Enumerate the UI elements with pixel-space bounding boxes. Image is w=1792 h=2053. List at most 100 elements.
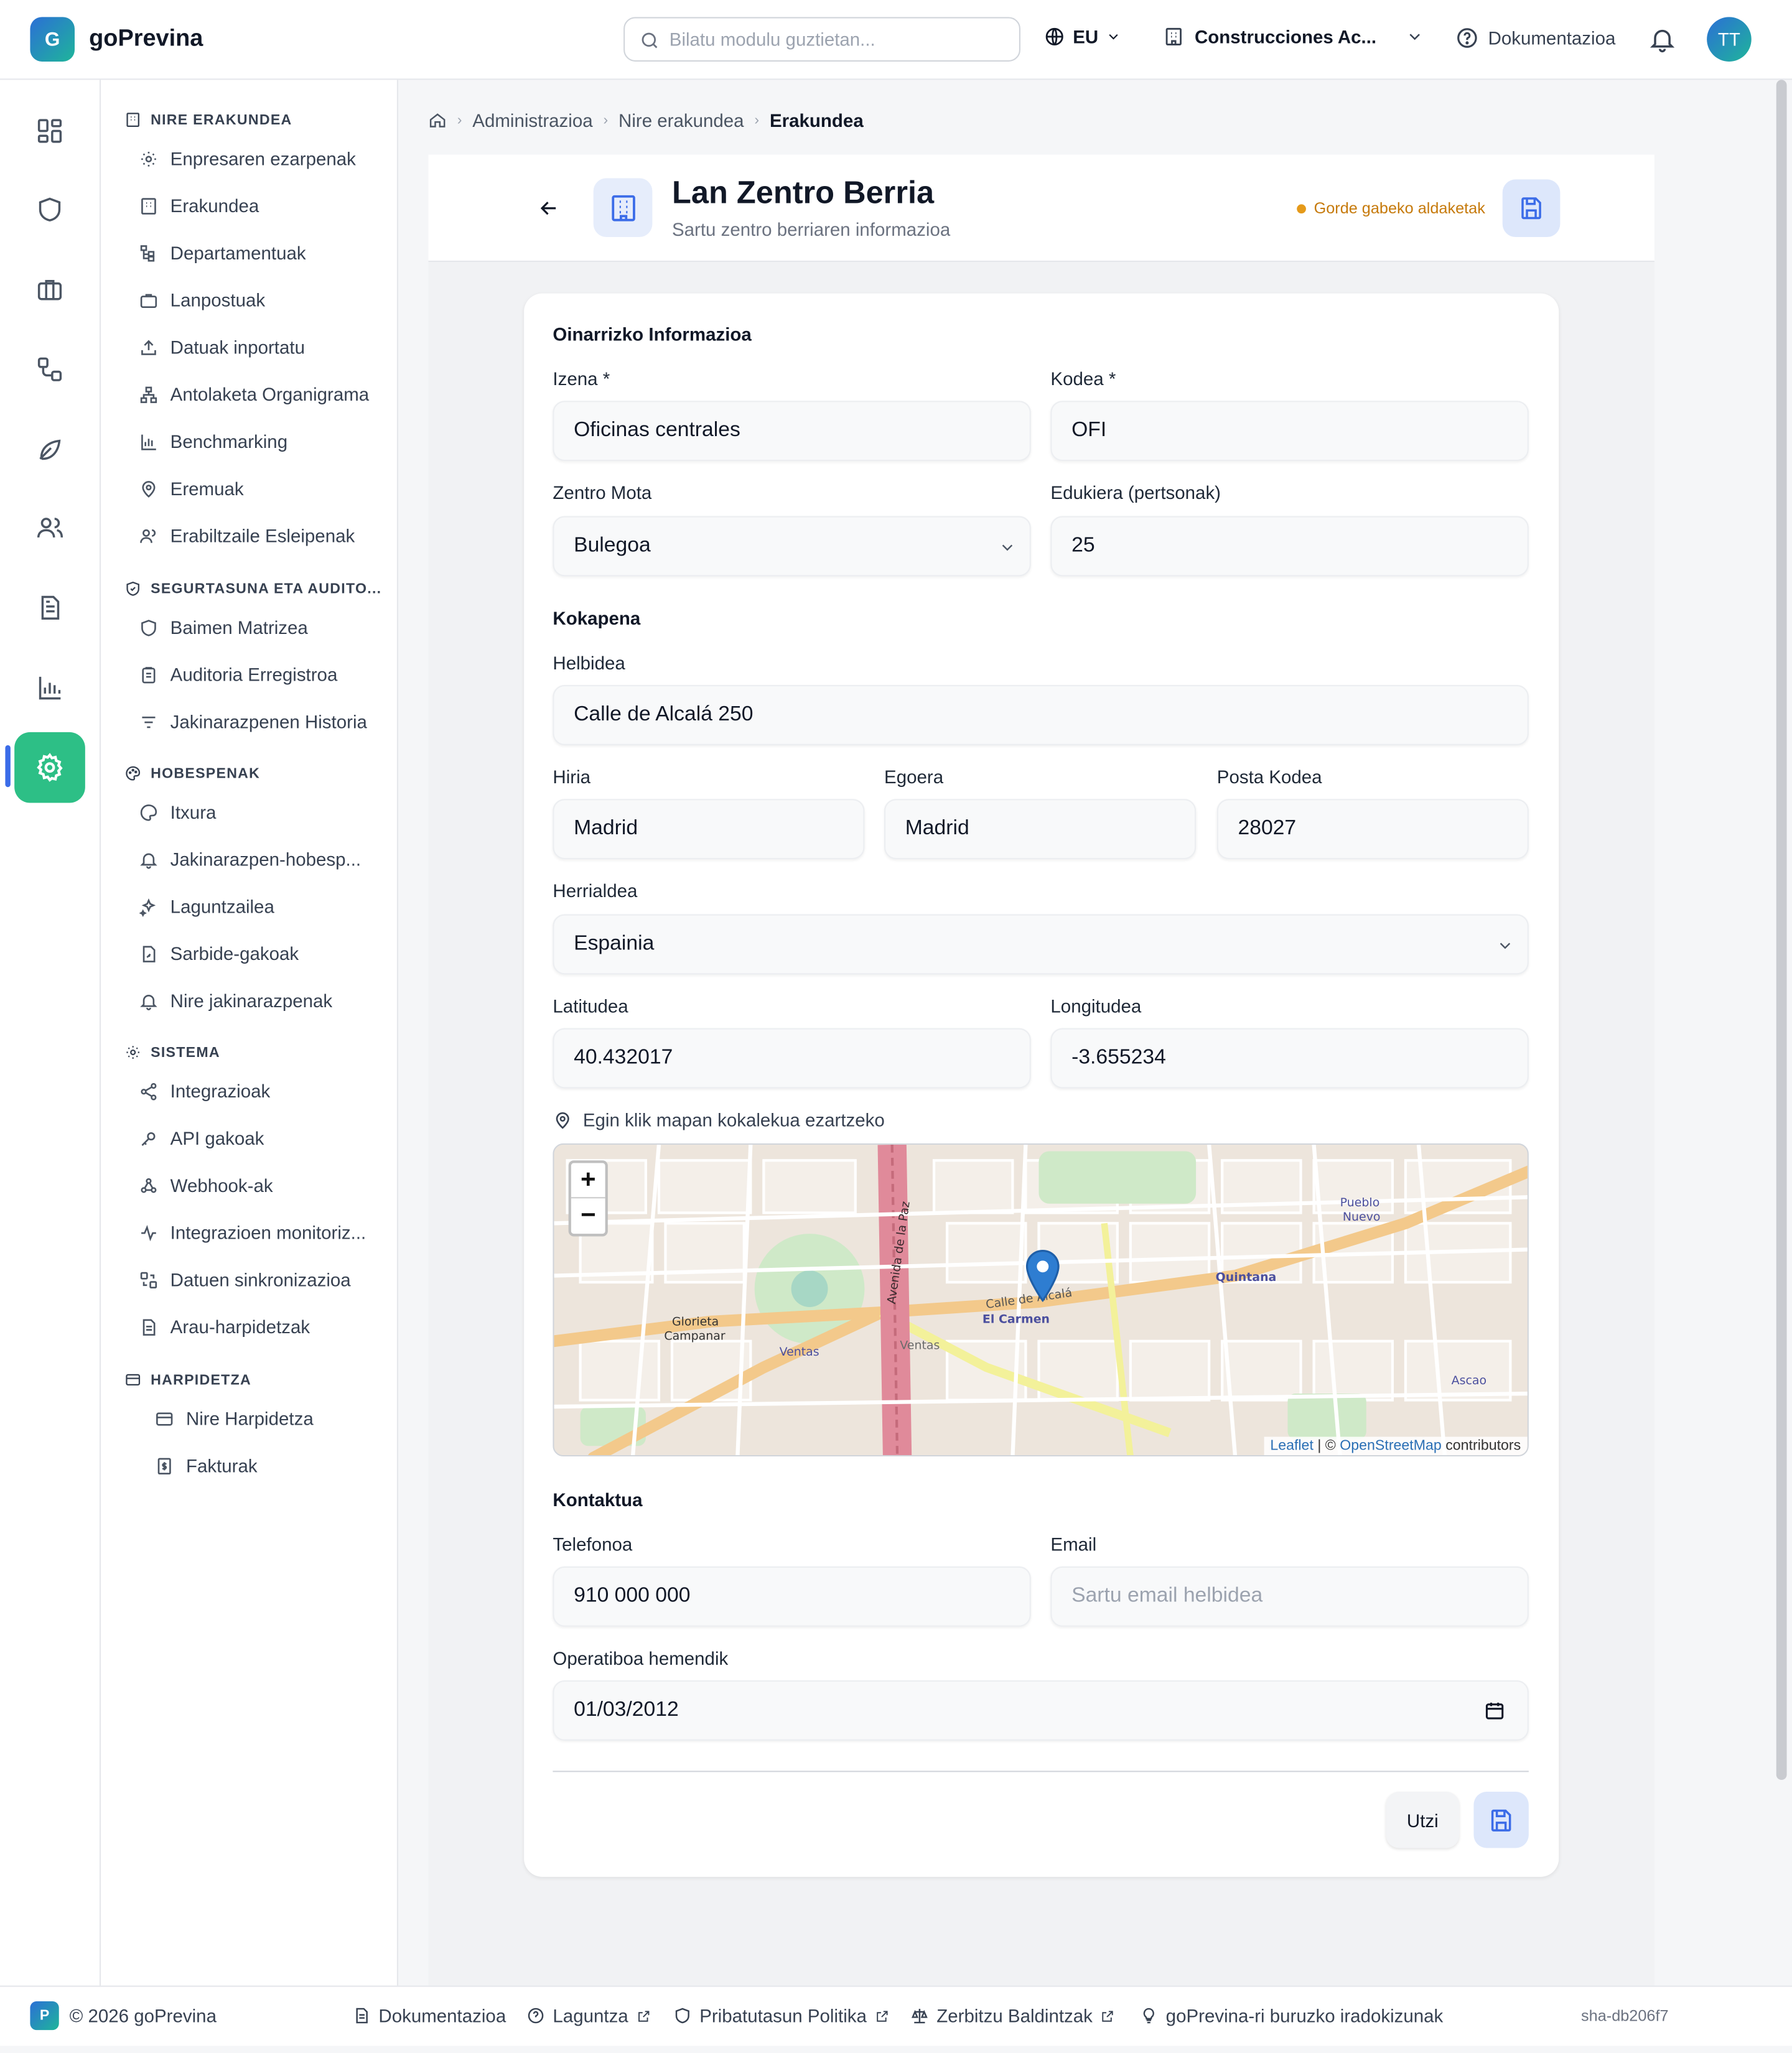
sidebar-item-assistant[interactable]: Laguntzailea: [139, 896, 274, 917]
city-input[interactable]: Madrid: [553, 799, 865, 860]
type-select[interactable]: Bulegoa: [553, 516, 1031, 577]
sidebar-item-company-settings[interactable]: Enpresaren ezarpenak: [139, 148, 356, 169]
location-map[interactable]: Avenida de la Paz El Carmen Ventas Venta…: [553, 1143, 1529, 1457]
phone-input[interactable]: 910 000 000: [553, 1566, 1031, 1627]
org-chart-icon: [140, 386, 157, 403]
documentation-link[interactable]: Dokumentazioa: [1455, 26, 1615, 50]
save-button[interactable]: [1473, 1791, 1529, 1848]
country-select-value: Espainia: [574, 932, 655, 955]
sidebar-item-api-keys[interactable]: API gakoak: [139, 1128, 264, 1148]
capacity-input[interactable]: 25: [1050, 516, 1529, 577]
postal-code-input[interactable]: 28027: [1216, 799, 1529, 860]
breadcrumb-item[interactable]: Administrazioa: [472, 110, 592, 131]
sidebar-item-notification-preferences[interactable]: Jakinarazpen-hobesp...: [139, 849, 361, 870]
svg-text:Glorieta: Glorieta: [672, 1315, 719, 1329]
sidebar-item-notification-history[interactable]: Jakinarazpenen Historia: [139, 711, 367, 732]
rail-people[interactable]: [14, 493, 85, 564]
latitude-input[interactable]: 40.432017: [553, 1028, 1031, 1089]
rail-settings[interactable]: [14, 732, 85, 803]
email-input[interactable]: Sartu email helbidea: [1050, 1566, 1529, 1627]
breadcrumb: › Administrazioa › Nire erakundea › Erak…: [428, 110, 864, 131]
organization-selector[interactable]: Construcciones Ac...: [1163, 26, 1423, 47]
longitude-input[interactable]: -3.655234: [1050, 1028, 1529, 1089]
svg-text:Quintana: Quintana: [1216, 1270, 1277, 1284]
rail-documents[interactable]: [14, 572, 85, 643]
sidebar-item-permission-matrix[interactable]: Baimen Matrizea: [139, 617, 308, 638]
language-selector[interactable]: EU: [1044, 26, 1122, 47]
sidebar-item-data-sync[interactable]: Datuen sinkronizazioa: [139, 1269, 351, 1290]
code-input[interactable]: OFI: [1050, 401, 1529, 462]
activity-icon: [141, 1224, 156, 1241]
sidebar-item-user-assignments[interactable]: Erabiltzaile Esleipenak: [139, 525, 355, 546]
sidebar-item-label: Departamentuak: [170, 242, 306, 264]
sidebar-item-audit-log[interactable]: Auditoria Erregistroa: [139, 664, 337, 685]
settings-sidebar: NIRE ERAKUNDEA Enpresaren ezarpenak Erak…: [101, 80, 398, 1986]
sidebar-item-positions[interactable]: Lanpostuak: [139, 289, 265, 310]
city-label: Hiria: [553, 766, 591, 788]
sidebar-item-organization[interactable]: Erakundea: [139, 195, 259, 216]
sidebar-item-webhooks[interactable]: Webhook-ak: [139, 1175, 273, 1196]
rail-work[interactable]: [14, 254, 85, 325]
address-input[interactable]: Calle de Alcalá 250: [553, 685, 1529, 745]
chevron-down-icon: [1409, 34, 1420, 40]
home-icon[interactable]: [428, 111, 446, 129]
briefcase-icon: [140, 293, 157, 307]
users-icon: [37, 518, 63, 538]
sidebar-item-integrations[interactable]: Integrazioak: [139, 1081, 270, 1102]
sidebar-item-invoices[interactable]: Fakturak: [154, 1455, 258, 1476]
footer-link-terms[interactable]: Zerbitzu Baldintzak: [910, 2005, 1115, 2026]
section-header-organization: NIRE ERAKUNDEA: [124, 111, 292, 128]
sidebar-item-integration-monitoring[interactable]: Integrazioen monitoriz...: [139, 1222, 366, 1243]
help-circle-icon: [1457, 28, 1477, 48]
sidebar-item-departments[interactable]: Departamentuak: [139, 242, 306, 263]
sidebar-item-areas[interactable]: Eremuak: [139, 478, 244, 499]
lightbulb-icon: [1143, 2008, 1154, 2024]
workplace-icon: [593, 178, 653, 238]
map-marker-icon[interactable]: [1025, 1249, 1060, 1302]
sidebar-item-org-chart[interactable]: Antolaketa Organigrama: [139, 384, 369, 405]
building-icon: [126, 113, 139, 128]
sidebar-item-rule-subscriptions[interactable]: Arau-harpidetzak: [139, 1316, 310, 1337]
footer-link-help[interactable]: Laguntza: [526, 2005, 650, 2026]
app-logo[interactable]: G: [30, 17, 75, 62]
rail-reports[interactable]: [14, 652, 85, 723]
latitude-label: Latitudea: [553, 995, 628, 1017]
shield-icon: [675, 2008, 689, 2024]
zoom-in-button[interactable]: +: [571, 1163, 605, 1199]
openstreetmap-link[interactable]: OpenStreetMap: [1340, 1438, 1441, 1454]
breadcrumb-item[interactable]: Nire erakundea: [618, 110, 744, 131]
save-button-header[interactable]: [1502, 179, 1561, 238]
footer-link-documentation[interactable]: Dokumentazioa: [352, 2005, 506, 2026]
country-select[interactable]: Espainia: [553, 914, 1529, 975]
zoom-out-button[interactable]: −: [571, 1198, 605, 1234]
back-arrow-icon[interactable]: [537, 197, 561, 220]
bell-icon[interactable]: [1648, 25, 1676, 54]
sidebar-item-my-notifications[interactable]: Nire jakinarazpenak: [139, 990, 332, 1011]
chevron-down-icon: [1109, 34, 1119, 40]
rail-environment[interactable]: [14, 414, 85, 485]
state-input[interactable]: Madrid: [884, 799, 1197, 860]
name-input[interactable]: Oficinas centrales: [553, 401, 1031, 462]
sidebar-item-import-data[interactable]: Datuak inportatu: [139, 337, 305, 358]
global-search[interactable]: Bilatu modulu guztietan...: [623, 17, 1020, 62]
user-avatar[interactable]: TT: [1707, 17, 1752, 62]
leaf-icon: [39, 439, 61, 460]
app-name[interactable]: goPrevina: [89, 25, 203, 52]
calendar-icon[interactable]: [1484, 1700, 1505, 1721]
sidebar-item-appearance[interactable]: Itxura: [139, 801, 216, 822]
sidebar-item-my-subscription[interactable]: Nire Harpidetza: [154, 1408, 314, 1429]
footer-link-privacy[interactable]: Pribatutasun Politika: [673, 2005, 889, 2026]
leaflet-link[interactable]: Leaflet: [1270, 1438, 1314, 1454]
operative-since-date-input[interactable]: 01/03/2012: [553, 1680, 1529, 1741]
rail-workflow[interactable]: [14, 334, 85, 405]
sidebar-item-benchmarking[interactable]: Benchmarking: [139, 431, 287, 452]
scale-icon: [911, 2008, 928, 2024]
footer-link-feedback[interactable]: goPrevina-ri buruzko iradokizunak: [1140, 2005, 1443, 2026]
sidebar-item-access-keys[interactable]: Sarbide-gakoak: [139, 943, 299, 964]
footer-link-label: Laguntza: [553, 2005, 628, 2026]
rail-dashboard[interactable]: [14, 96, 85, 167]
upload-icon: [141, 339, 156, 355]
page-scrollbar[interactable]: [1776, 80, 1787, 1781]
cancel-button[interactable]: Utzi: [1386, 1791, 1460, 1848]
rail-security[interactable]: [14, 174, 85, 245]
